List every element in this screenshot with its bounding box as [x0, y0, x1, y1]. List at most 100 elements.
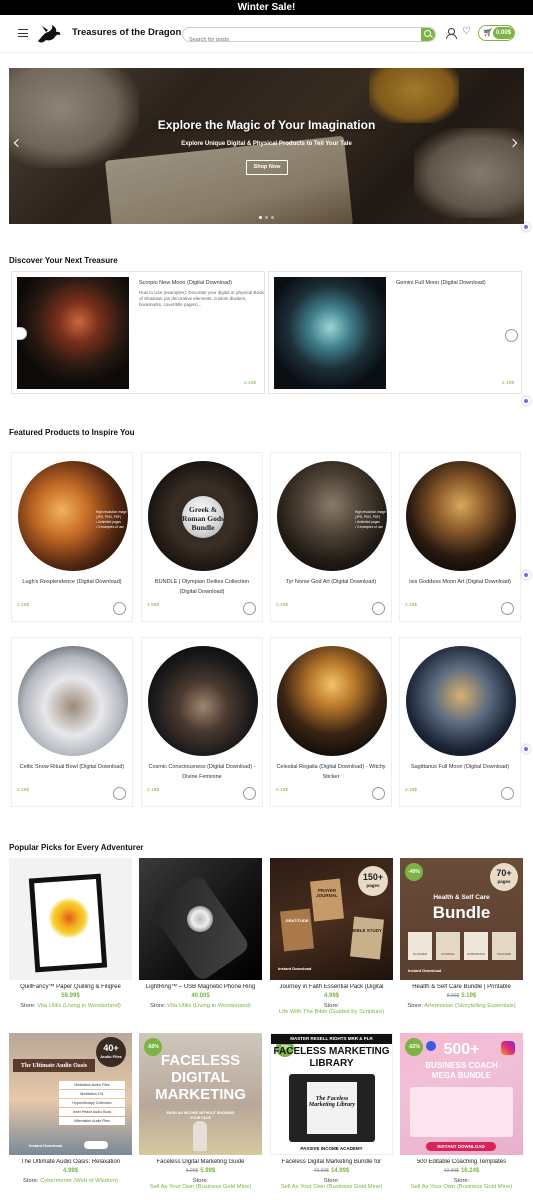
floating-widget-icon[interactable]	[522, 223, 530, 231]
add-to-cart-button[interactable]	[372, 602, 385, 615]
search-button[interactable]	[421, 28, 435, 41]
announcement-bar: Winter Sale!	[0, 0, 533, 15]
vendor-link[interactable]: Cybermente (Web of Wisdom)	[40, 1178, 118, 1184]
product-image[interactable]	[148, 646, 258, 756]
discount-badge: -40%	[405, 863, 423, 881]
add-to-cart-button[interactable]	[113, 602, 126, 615]
product-title[interactable]: Sagittarius Full Moon (Digital Download)	[404, 762, 516, 772]
store-line: Store: Sell As Your Own (Business Gold Mi…	[149, 1178, 252, 1190]
treasure-card[interactable]: Scorpio New Moon (Digital Download) How …	[11, 271, 265, 394]
product-image[interactable]	[277, 646, 387, 756]
floating-widget-icon[interactable]	[522, 571, 530, 579]
product-image[interactable]: 150+ pages PRAYER JOURNAL GRATITUDE BIBL…	[270, 858, 393, 980]
product-image[interactable]: 40+ Audio Files The Ultimate Audio Oasis…	[9, 1033, 132, 1155]
vendor-link[interactable]: Vita Utilis (Living in Wonderland)	[37, 1003, 121, 1009]
cart-total: 0.00$	[493, 27, 514, 39]
product-price: 8.99$ 5.99$	[185, 1168, 216, 1174]
product-title[interactable]: Tyr Norse God Art (Digital Download)	[275, 577, 387, 587]
wishlist-heart-icon[interactable]: ♡	[462, 26, 471, 37]
popular-card[interactable]: -60% FACELESS DIGITAL MARKETING EARN AN …	[139, 1033, 262, 1190]
vendor-link[interactable]: Sell As Your Own (Business Gold Mine)	[150, 1184, 252, 1190]
product-price: 2.19$	[17, 603, 30, 608]
product-title[interactable]: Faceless Digital Marketing Guide	[139, 1159, 262, 1165]
vendor-link[interactable]: Life With The Bible (Guided by Scripture…	[279, 1009, 384, 1015]
popular-card[interactable]: LightRing™ – USB Magnetic Phone Ring 40.…	[139, 858, 262, 1009]
shop-now-button[interactable]: Shop Now	[246, 160, 288, 175]
site-header: Treasures of the Dragon ♡ 🛒︎ 0.00$	[0, 15, 533, 53]
section-title-featured: Featured Products to Inspire You	[9, 428, 135, 437]
vendor-link[interactable]: Vita Utilis (Living in Wonderland)	[167, 1003, 251, 1009]
add-to-cart-button[interactable]	[501, 602, 514, 615]
product-title[interactable]: Faceless Digital Marketing Bundle for	[270, 1159, 393, 1165]
cart-button[interactable]: 🛒︎ 0.00$	[478, 25, 515, 41]
product-price: 2.19$	[502, 381, 515, 386]
product-image[interactable]	[9, 858, 132, 980]
product-title[interactable]: Lugh's Resplendence (Digital Download)	[16, 577, 128, 587]
store-line: Store: Vita Utilis (Living in Wonderland…	[20, 1003, 121, 1009]
treasure-card[interactable]: Gemini Full Moon (Digital Download) 2.19…	[268, 271, 522, 394]
popular-card[interactable]: -70% MASTER RESELL RIGHTS MRR & PLR FACE…	[270, 1033, 393, 1190]
product-title[interactable]: Isis Goddess Moon Art (Digital Download)	[404, 577, 516, 587]
product-image[interactable]	[17, 277, 129, 389]
product-image[interactable]: -62% 500+ BUSINESS COACH MEGA BUNDLE INS…	[400, 1033, 523, 1155]
product-image[interactable]	[274, 277, 386, 389]
site-title[interactable]: Treasures of the Dragon	[72, 27, 181, 38]
product-image[interactable]	[406, 646, 516, 756]
add-to-cart-button[interactable]	[243, 787, 256, 800]
featured-card[interactable]: High resolution image (JPG, PNG, PDF) • …	[11, 452, 133, 622]
hero-banner: Explore the Magic of Your Imagination Ex…	[9, 68, 524, 224]
product-title[interactable]: Celestial Regalia (Digital Download) - W…	[275, 762, 387, 782]
floating-widget-icon[interactable]	[522, 745, 530, 753]
product-title[interactable]: LightRing™ – USB Magnetic Phone Ring	[139, 984, 262, 990]
product-image[interactable]: -70% MASTER RESELL RIGHTS MRR & PLR FACE…	[270, 1033, 393, 1155]
hamburger-menu-icon[interactable]	[18, 29, 28, 37]
product-image[interactable]	[18, 646, 128, 756]
account-icon[interactable]	[446, 28, 457, 39]
featured-card[interactable]: High resolution image (JPG, PNG, PDF) • …	[270, 452, 392, 622]
hero-subtitle: Explore Unique Digital & Physical Produc…	[181, 141, 352, 147]
search-bar	[182, 27, 436, 42]
product-title[interactable]: Journey in Faith Essential Pack (Digital	[270, 984, 393, 990]
product-title[interactable]: BUNDLE | Olympian Deities Collection (Di…	[146, 577, 258, 597]
slider-dot[interactable]	[265, 216, 268, 219]
product-image[interactable]: -60% FACELESS DIGITAL MARKETING EARN AN …	[139, 1033, 262, 1155]
product-image[interactable]	[406, 461, 516, 571]
add-to-cart-button[interactable]	[505, 329, 518, 342]
dragon-logo[interactable]	[36, 23, 62, 45]
vendor-link[interactable]: Artemesian (Storytelling Essentials)	[424, 1003, 516, 1009]
featured-card[interactable]: Isis Goddess Moon Art (Digital Download)…	[399, 452, 521, 622]
bundle-badge-text: Greek & Roman Gods Bundle	[182, 505, 224, 532]
slider-dot[interactable]	[271, 216, 274, 219]
product-title[interactable]: QuillFancy™ Paper Quilling & Filigree	[9, 984, 132, 990]
product-title[interactable]: The Ultimate Audio Oasis: Relaxation	[9, 1159, 132, 1165]
product-title[interactable]: Health & Self Care Bundle | Printable	[400, 984, 523, 990]
featured-card[interactable]: Greek & Roman Gods Bundle BUNDLE | Olymp…	[141, 452, 263, 622]
popular-card[interactable]: -62% 500+ BUSINESS COACH MEGA BUNDLE INS…	[400, 1033, 523, 1190]
product-name[interactable]: Gemini Full Moon (Digital Download)	[396, 280, 486, 286]
product-image[interactable]	[139, 858, 262, 980]
vendor-link[interactable]: Sell As Your Own (Business Gold Mine)	[411, 1184, 513, 1190]
add-to-cart-button[interactable]	[501, 787, 514, 800]
product-title[interactable]: 500 Editable Coaching Templates	[400, 1159, 523, 1165]
floating-widget-icon[interactable]	[522, 397, 530, 405]
product-title[interactable]: Cosmic Consciousness (Digital Download) …	[146, 762, 258, 782]
popular-card[interactable]: 40+ Audio Files The Ultimate Audio Oasis…	[9, 1033, 132, 1184]
popular-card[interactable]: 150+ pages PRAYER JOURNAL GRATITUDE BIBL…	[270, 858, 393, 1015]
add-to-cart-button[interactable]	[113, 787, 126, 800]
cart-icon: 🛒︎	[483, 28, 494, 37]
featured-card[interactable]: Sagittarius Full Moon (Digital Download)…	[399, 637, 521, 807]
product-image[interactable]: -40% 70+ pages Health & Self Care Bundle…	[400, 858, 523, 980]
featured-card[interactable]: Cosmic Consciousness (Digital Download) …	[141, 637, 263, 807]
popular-card[interactable]: QuillFancy™ Paper Quilling & Filigree 59…	[9, 858, 132, 1009]
add-to-cart-button[interactable]	[372, 787, 385, 800]
slider-dot[interactable]	[259, 216, 262, 219]
product-price: 2.19$	[405, 603, 418, 608]
product-title[interactable]: Celtic Snow Ritual Bowl (Digital Downloa…	[16, 762, 128, 772]
search-input[interactable]	[183, 33, 413, 41]
popular-card[interactable]: -40% 70+ pages Health & Self Care Bundle…	[400, 858, 523, 1009]
product-name[interactable]: Scorpio New Moon (Digital Download)	[139, 280, 232, 286]
featured-card[interactable]: Celestial Regalia (Digital Download) - W…	[270, 637, 392, 807]
vendor-link[interactable]: Sell As Your Own (Business Gold Mine)	[281, 1184, 383, 1190]
featured-card[interactable]: Celtic Snow Ritual Bowl (Digital Downloa…	[11, 637, 133, 807]
add-to-cart-button[interactable]	[243, 602, 256, 615]
